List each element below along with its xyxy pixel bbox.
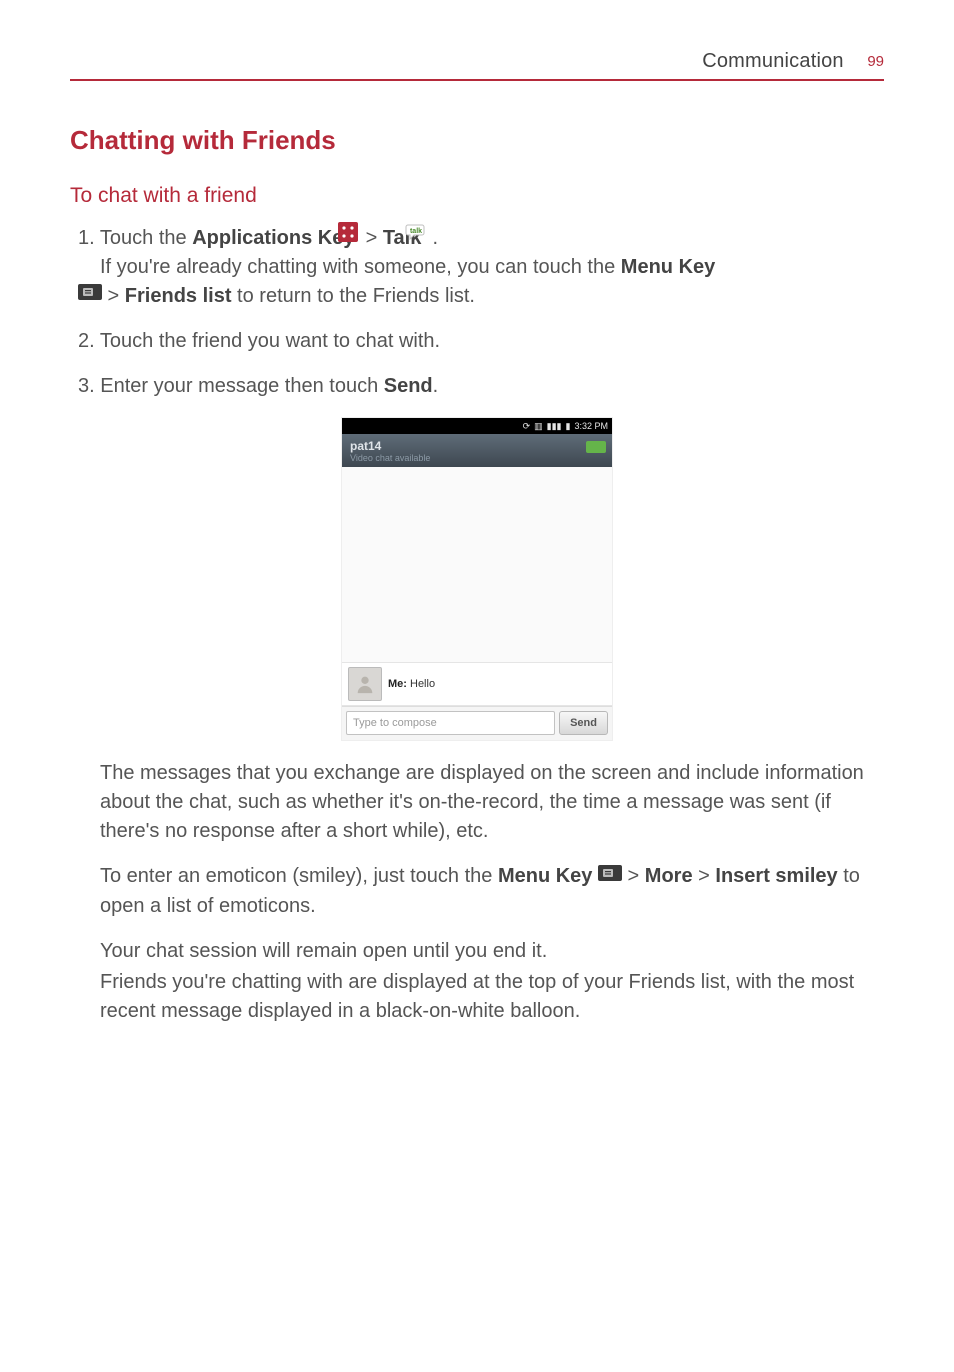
text: . xyxy=(427,227,438,249)
heading-1: Chatting with Friends xyxy=(70,125,884,156)
step-3: 3. Enter your message then touch Send. xyxy=(70,372,884,401)
step-1: 1. Touch the Applications Key > Talk tal… xyxy=(70,224,884,311)
menu-key-icon xyxy=(100,280,102,309)
video-chat-icon[interactable] xyxy=(586,441,606,453)
compose-input[interactable]: Type to compose xyxy=(346,711,555,735)
page-number: 99 xyxy=(867,53,884,70)
page-header: Communication 99 xyxy=(70,50,884,81)
compose-row: Type to compose Send xyxy=(342,706,612,740)
label-menu-key: Menu Key xyxy=(621,256,715,278)
chat-header: pat14 Video chat available xyxy=(342,434,612,467)
sync-icon: ⟳ xyxy=(523,421,531,432)
contact-status: Video chat available xyxy=(350,453,604,463)
text: > xyxy=(102,285,125,307)
data-icon: ▥ xyxy=(534,421,543,432)
clock-text: 3:32 PM xyxy=(574,421,608,431)
message-content: Hello xyxy=(410,678,435,690)
text: To enter an emoticon (smiley), just touc… xyxy=(100,865,498,887)
label-insert-smiley: Insert smiley xyxy=(715,865,837,887)
message-sender: Me: xyxy=(388,678,410,690)
send-button[interactable]: Send xyxy=(559,711,608,735)
paragraph-4: Friends you're chatting with are display… xyxy=(70,968,884,1026)
text: Touch the friend you want to chat with. xyxy=(100,330,440,352)
label-more: More xyxy=(645,865,693,887)
paragraph-1: The messages that you exchange are displ… xyxy=(70,759,884,846)
chat-body xyxy=(342,467,612,662)
heading-2: To chat with a friend xyxy=(70,184,884,208)
contact-name: pat14 xyxy=(350,439,604,453)
battery-icon: ▮ xyxy=(566,421,571,432)
step-number: 2. xyxy=(78,330,95,352)
text: > xyxy=(693,865,716,887)
text: . xyxy=(433,375,439,397)
text: Touch the xyxy=(100,227,192,249)
step-2: 2. Touch the friend you want to chat wit… xyxy=(70,327,884,356)
paragraph-3: Your chat session will remain open until… xyxy=(70,937,884,966)
menu-key-icon xyxy=(598,861,622,890)
text: > xyxy=(360,227,383,249)
label-friends-list: Friends list xyxy=(125,285,232,307)
header-title: Communication xyxy=(702,50,844,72)
text: Enter your message then touch xyxy=(100,375,384,397)
chat-screenshot: ⟳ ▥ ▮▮▮ ▮ 3:32 PM pat14 Video chat avail… xyxy=(341,417,613,741)
step-number: 1. xyxy=(78,227,95,249)
text: If you're already chatting with someone,… xyxy=(100,256,621,278)
text: > xyxy=(622,865,645,887)
label-menu-key: Menu Key xyxy=(498,865,592,887)
status-bar: ⟳ ▥ ▮▮▮ ▮ 3:32 PM xyxy=(342,418,612,434)
message-text: Me: Hello xyxy=(388,678,435,690)
label-send: Send xyxy=(384,375,433,397)
avatar xyxy=(348,667,382,701)
signal-icon: ▮▮▮ xyxy=(547,421,562,432)
svg-text:talk: talk xyxy=(410,228,422,235)
label-applications-key: Applications Key xyxy=(192,227,354,249)
text: to return to the Friends list. xyxy=(232,285,475,307)
step-number: 3. xyxy=(78,375,95,397)
message-row: Me: Hello xyxy=(342,662,612,706)
page: Communication 99 Chatting with Friends T… xyxy=(0,0,954,1102)
paragraph-2: To enter an emoticon (smiley), just touc… xyxy=(70,862,884,920)
